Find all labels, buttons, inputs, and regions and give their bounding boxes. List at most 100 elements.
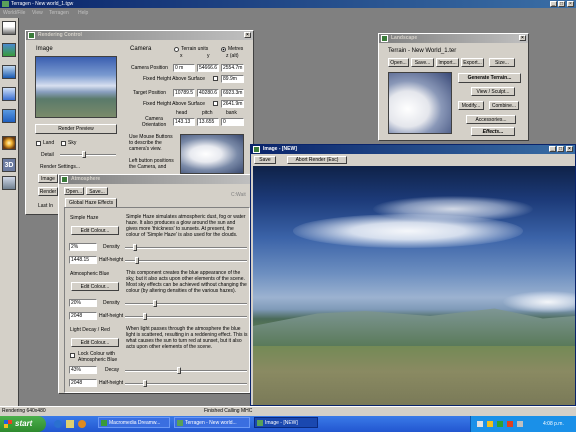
haze-edit-colour-button[interactable]: Edit Colour... — [71, 226, 119, 235]
tray-icon[interactable] — [507, 421, 513, 427]
lock-colour-checkbox[interactable] — [70, 353, 75, 358]
tray-icon[interactable] — [497, 421, 503, 427]
accessories-button[interactable]: Accessories... — [466, 115, 516, 124]
camera-z-field[interactable]: 2554.7m — [221, 64, 244, 72]
blue-density-slider[interactable] — [125, 300, 247, 307]
taskbar-item-image[interactable]: Image - [NEW] — [254, 417, 318, 428]
decay-field[interactable]: 43% — [69, 366, 97, 374]
landscape-size-button[interactable]: Size... — [489, 58, 515, 67]
land-checkbox[interactable] — [36, 141, 41, 146]
tray-icon[interactable] — [477, 421, 483, 427]
lighting-icon[interactable] — [2, 136, 16, 150]
minimize-button[interactable]: _ — [550, 1, 557, 7]
haze-density-field[interactable]: 2% — [69, 243, 97, 251]
taskbar-item-dreamweaver[interactable]: Macromedia Dreamw... — [98, 417, 170, 428]
fixed-height-checkbox-1[interactable] — [213, 76, 218, 81]
menu-bar: World/File View Terragen Help — [0, 9, 576, 18]
terrain-units-radio[interactable] — [174, 47, 179, 52]
atmosphere-save-button[interactable]: Save... — [86, 187, 108, 195]
taskbar-item-label: Terragen - New world... — [185, 420, 237, 426]
window-icon — [61, 176, 68, 183]
landscape-title: Landscape — [391, 35, 418, 41]
combine-button[interactable]: Combine... — [489, 101, 519, 110]
landscape-save-button[interactable]: Save... — [411, 58, 434, 67]
render-settings-link[interactable]: Render Settings... — [40, 164, 80, 170]
decay-half-height-field[interactable]: 2048 — [69, 379, 97, 387]
col-pitch-label: pitch — [202, 110, 213, 116]
camera-y-field[interactable]: 54666.6 — [197, 64, 219, 72]
landscape-import-button[interactable]: Import... — [436, 58, 459, 67]
terrain-icon[interactable] — [2, 43, 16, 57]
close-button[interactable]: × — [566, 146, 573, 152]
decay-half-height-slider[interactable] — [125, 380, 247, 387]
blue-density-field[interactable]: 20% — [69, 299, 97, 307]
fixed-height-label-2: Fixed Height Above Surface — [143, 101, 205, 107]
view-sculpt-button[interactable]: View / Sculpt... — [471, 87, 515, 96]
fixed-height-field-2[interactable]: 2641.9m — [221, 100, 244, 108]
close-button[interactable]: × — [567, 1, 574, 7]
maximize-button[interactable]: □ — [558, 1, 565, 7]
decay-slider[interactable] — [125, 367, 247, 374]
tray-icon[interactable] — [487, 421, 493, 427]
terrain-map-thumbnail[interactable] — [388, 72, 452, 134]
camera-map-view[interactable] — [180, 134, 244, 174]
atmosphere-icon[interactable] — [2, 109, 16, 123]
pitch-field[interactable]: 13.655 — [197, 118, 219, 126]
close-button[interactable]: × — [519, 35, 526, 41]
image-button[interactable]: Image — [38, 174, 58, 183]
menu-help[interactable]: Help — [78, 9, 88, 18]
ie-icon[interactable] — [54, 420, 62, 428]
target-x-field[interactable]: 10789.5 — [173, 89, 195, 97]
decay-edit-colour-button[interactable]: Edit Colour... — [71, 338, 119, 347]
camera-x-field[interactable]: 0 m — [173, 64, 195, 72]
sky-icon[interactable] — [2, 87, 16, 101]
bank-field[interactable]: 0 — [221, 118, 244, 126]
fixed-height-field-1[interactable]: 89.9m — [221, 75, 244, 83]
start-button[interactable]: start — [0, 416, 46, 432]
target-y-field[interactable]: 40280.6 — [197, 89, 219, 97]
landscape-icon[interactable] — [2, 21, 16, 35]
maximize-button[interactable]: □ — [557, 146, 564, 152]
media-icon[interactable] — [78, 420, 86, 428]
render-preview-button[interactable]: Render Preview — [35, 124, 117, 134]
detail-slider[interactable] — [60, 151, 116, 158]
menu-terragen[interactable]: Terragen — [49, 9, 69, 18]
abort-render-button[interactable]: Abort Render (Esc) — [287, 156, 347, 164]
menu-world[interactable]: World/File — [3, 9, 25, 18]
haze-density-slider[interactable] — [125, 244, 247, 251]
cwait-label: C:Wait — [231, 192, 246, 198]
target-z-field[interactable]: 6923.3m — [221, 89, 244, 97]
close-button[interactable]: × — [244, 32, 251, 38]
camera-icon[interactable] — [2, 176, 16, 190]
tray-icon[interactable] — [517, 421, 523, 427]
sky-checkbox[interactable] — [61, 141, 66, 146]
haze-half-height-field[interactable]: 1448.15 — [69, 256, 97, 264]
metres-radio[interactable] — [221, 47, 226, 52]
water-icon[interactable] — [2, 65, 16, 79]
haze-half-height-slider[interactable] — [125, 257, 247, 264]
modify-button[interactable]: Modify... — [458, 101, 484, 110]
taskbar-item-terragen[interactable]: Terragen - New world... — [174, 417, 250, 428]
effects-button[interactable]: Effects... — [471, 127, 515, 136]
atmosphere-open-button[interactable]: Open... — [64, 187, 84, 195]
taskbar: start Macromedia Dreamw... Terragen - Ne… — [0, 416, 576, 432]
blue-half-height-slider[interactable] — [125, 313, 247, 320]
mail-icon[interactable] — [66, 420, 74, 428]
generate-terrain-button[interactable]: Generate Terrain... — [458, 73, 521, 83]
fixed-height-checkbox-2[interactable] — [213, 101, 218, 106]
clock[interactable]: 4:08 p.m. — [543, 416, 564, 432]
left-toolbar: 3D — [0, 18, 19, 414]
landscape-open-button[interactable]: Open... — [388, 58, 409, 67]
status-right: Finished Calling MHC — [204, 408, 253, 414]
render-button[interactable]: Render — [38, 187, 58, 196]
image-save-button[interactable]: Save — [254, 156, 276, 164]
minimize-button[interactable]: _ — [549, 146, 556, 152]
landscape-export-button[interactable]: Export... — [461, 58, 484, 67]
head-field[interactable]: 143.13 — [173, 118, 195, 126]
detail-label: Detail — [41, 152, 54, 158]
blue-half-height-field[interactable]: 2048 — [69, 312, 97, 320]
col-bank-label: bank — [226, 110, 237, 116]
blue-edit-colour-button[interactable]: Edit Colour... — [71, 282, 119, 291]
menu-view[interactable]: View — [32, 9, 43, 18]
3d-icon[interactable]: 3D — [2, 158, 16, 172]
